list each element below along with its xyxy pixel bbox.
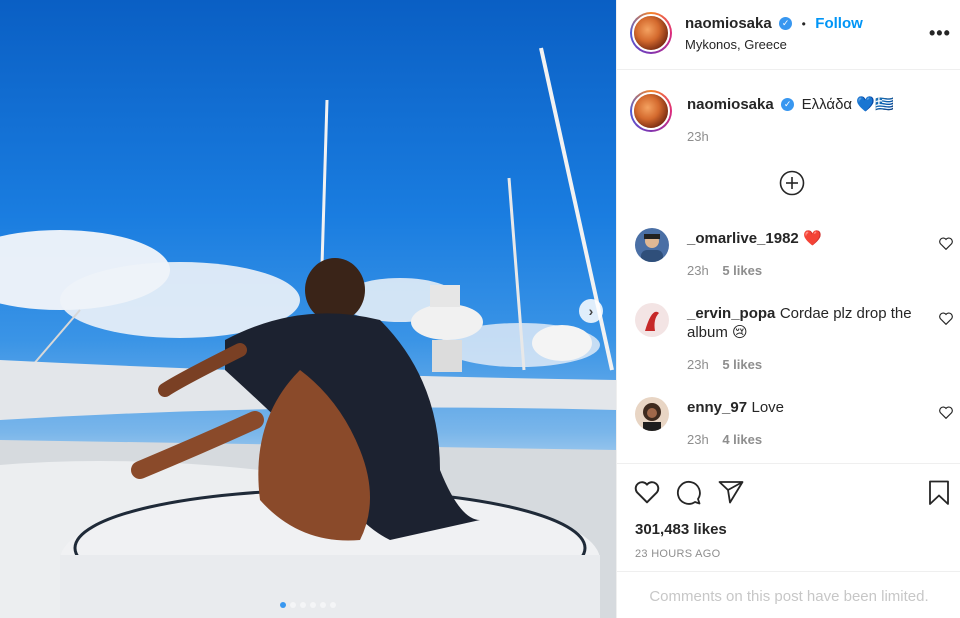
- carousel-dot: [320, 602, 326, 608]
- comment-time[interactable]: 23h: [687, 263, 709, 278]
- verified-badge-icon: ✓: [781, 98, 795, 112]
- comment-username[interactable]: enny_97: [687, 399, 747, 416]
- comment-likes[interactable]: 5 likes: [722, 263, 762, 278]
- follow-button[interactable]: Follow: [815, 15, 863, 32]
- verified-badge-icon: ✓: [779, 17, 793, 31]
- post-timestamp[interactable]: 23 HOURS AGO: [635, 548, 721, 560]
- post-location[interactable]: Mykonos, Greece: [685, 37, 787, 52]
- carousel-dot: [280, 602, 286, 608]
- comment: _omarlive_1982 ❤️: [687, 229, 822, 248]
- post-actions: 301,483 likes 23 HOURS AGO Comments on t…: [617, 463, 960, 618]
- separator-dot: •: [801, 17, 806, 31]
- comment-likes[interactable]: 4 likes: [722, 432, 762, 447]
- carousel-next-button[interactable]: ›: [579, 299, 603, 323]
- post-header: naomiosaka ✓ • Follow Mykonos, Greece ••…: [617, 0, 960, 70]
- caption-username[interactable]: naomiosaka: [687, 96, 774, 113]
- post-photo[interactable]: ›: [0, 0, 616, 618]
- carousel-dot: [310, 602, 316, 608]
- commenter-avatar[interactable]: [635, 397, 669, 431]
- comment-bubble-icon[interactable]: [676, 480, 702, 511]
- commenter-avatar[interactable]: [635, 228, 669, 262]
- likes-count[interactable]: 301,483 likes: [635, 521, 727, 538]
- comment-time[interactable]: 23h: [687, 432, 709, 447]
- comment-username[interactable]: _ervin_popa: [687, 305, 775, 322]
- heart-icon[interactable]: [939, 312, 953, 330]
- carousel-dot: [300, 602, 306, 608]
- comment-meta: 23h 5 likes: [687, 357, 762, 372]
- caption-text: Ελλάδα 💙🇬🇷: [801, 96, 894, 113]
- comment-time[interactable]: 23h: [687, 357, 709, 372]
- caption-time[interactable]: 23h: [687, 129, 709, 144]
- comment-text: Love: [751, 399, 785, 416]
- comment-meta: 23h 4 likes: [687, 432, 762, 447]
- comment-text: ❤️: [803, 230, 822, 247]
- more-options-icon[interactable]: •••: [929, 23, 951, 44]
- comment-likes[interactable]: 5 likes: [722, 357, 762, 372]
- chevron-right-icon: ›: [588, 303, 594, 319]
- post-sidebar: naomiosaka ✓ • Follow Mykonos, Greece ••…: [616, 0, 960, 618]
- heart-icon[interactable]: [939, 237, 953, 255]
- caption-avatar[interactable]: [630, 90, 672, 132]
- commenter-avatar[interactable]: [635, 303, 669, 337]
- carousel-dot: [330, 602, 336, 608]
- comment: _ervin_popa Cordae plz drop the album 😢: [687, 304, 937, 342]
- caption: naomiosaka ✓ Ελλάδα 💙🇬🇷: [687, 95, 894, 114]
- comments-limited-notice: Comments on this post have been limited.: [617, 571, 960, 618]
- comment: enny_97 Love: [687, 398, 784, 417]
- plus-circle-icon[interactable]: [779, 170, 805, 201]
- carousel-dot: [290, 602, 296, 608]
- author-avatar[interactable]: [630, 12, 672, 54]
- comment-username[interactable]: _omarlive_1982: [687, 230, 799, 247]
- share-send-icon[interactable]: [718, 480, 744, 509]
- comment-meta: 23h 5 likes: [687, 263, 762, 278]
- bookmark-icon[interactable]: [928, 480, 950, 511]
- photo-scene: [0, 47, 616, 618]
- author-line: naomiosaka ✓ • Follow: [685, 15, 863, 33]
- heart-icon[interactable]: [939, 406, 953, 424]
- author-username[interactable]: naomiosaka: [685, 15, 772, 32]
- carousel-indicator: [0, 602, 616, 608]
- like-heart-icon[interactable]: [634, 480, 660, 509]
